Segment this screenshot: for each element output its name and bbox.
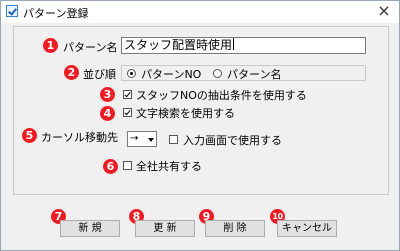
cursor-move-value: → [130, 133, 139, 144]
marker-3: 3 [99, 86, 116, 103]
input-screen-label[interactable]: 入力画面で使用する [183, 132, 282, 148]
sort-pattern-no-label[interactable]: パターンNO [141, 66, 201, 82]
update-button[interactable]: 更 新 [135, 220, 195, 237]
app-check-icon [6, 5, 18, 17]
delete-button[interactable]: 削 除 [205, 220, 265, 237]
new-button[interactable]: 新 規 [60, 220, 120, 237]
pattern-name-label: パターン名 [63, 41, 118, 54]
marker-4: 4 [99, 105, 116, 122]
close-button[interactable]: × [369, 1, 399, 23]
cancel-button[interactable]: キャンセル [277, 220, 337, 237]
staff-no-extract-checkbox[interactable] [123, 90, 132, 99]
input-screen-checkbox[interactable] [169, 135, 178, 144]
sort-order-label: 並び順 [83, 68, 116, 81]
pattern-name-value: スタッフ配置時使用 [124, 38, 233, 52]
text-caret [233, 38, 235, 50]
sort-pattern-name-label[interactable]: パターン名 [227, 66, 281, 82]
marker-2: 2 [63, 64, 80, 81]
title-bar: パターン登録 × [1, 1, 399, 23]
marker-5: 5 [21, 127, 38, 144]
sort-pattern-no-radio[interactable] [127, 69, 136, 78]
text-search-checkbox[interactable] [123, 108, 132, 117]
chevron-down-icon [148, 138, 154, 142]
staff-no-extract-label[interactable]: スタッフNOの抽出条件を使用する [136, 87, 307, 103]
marker-6: 6 [102, 158, 119, 175]
window-title: パターン登録 [23, 7, 89, 20]
text-search-label[interactable]: 文字検索を使用する [136, 105, 235, 121]
share-all-checkbox[interactable] [123, 161, 132, 170]
cursor-move-label: カーソル移動先 [41, 131, 118, 144]
marker-1: 1 [42, 37, 59, 54]
cursor-move-select[interactable]: → [127, 131, 157, 147]
sort-pattern-name-radio[interactable] [213, 69, 222, 78]
share-all-label[interactable]: 全社共有する [136, 158, 202, 174]
pattern-name-input[interactable]: スタッフ配置時使用 [121, 37, 366, 54]
pattern-register-dialog: パターン登録 × 1 パターン名 スタッフ配置時使用 2 並び順 パターンNO … [0, 0, 400, 251]
